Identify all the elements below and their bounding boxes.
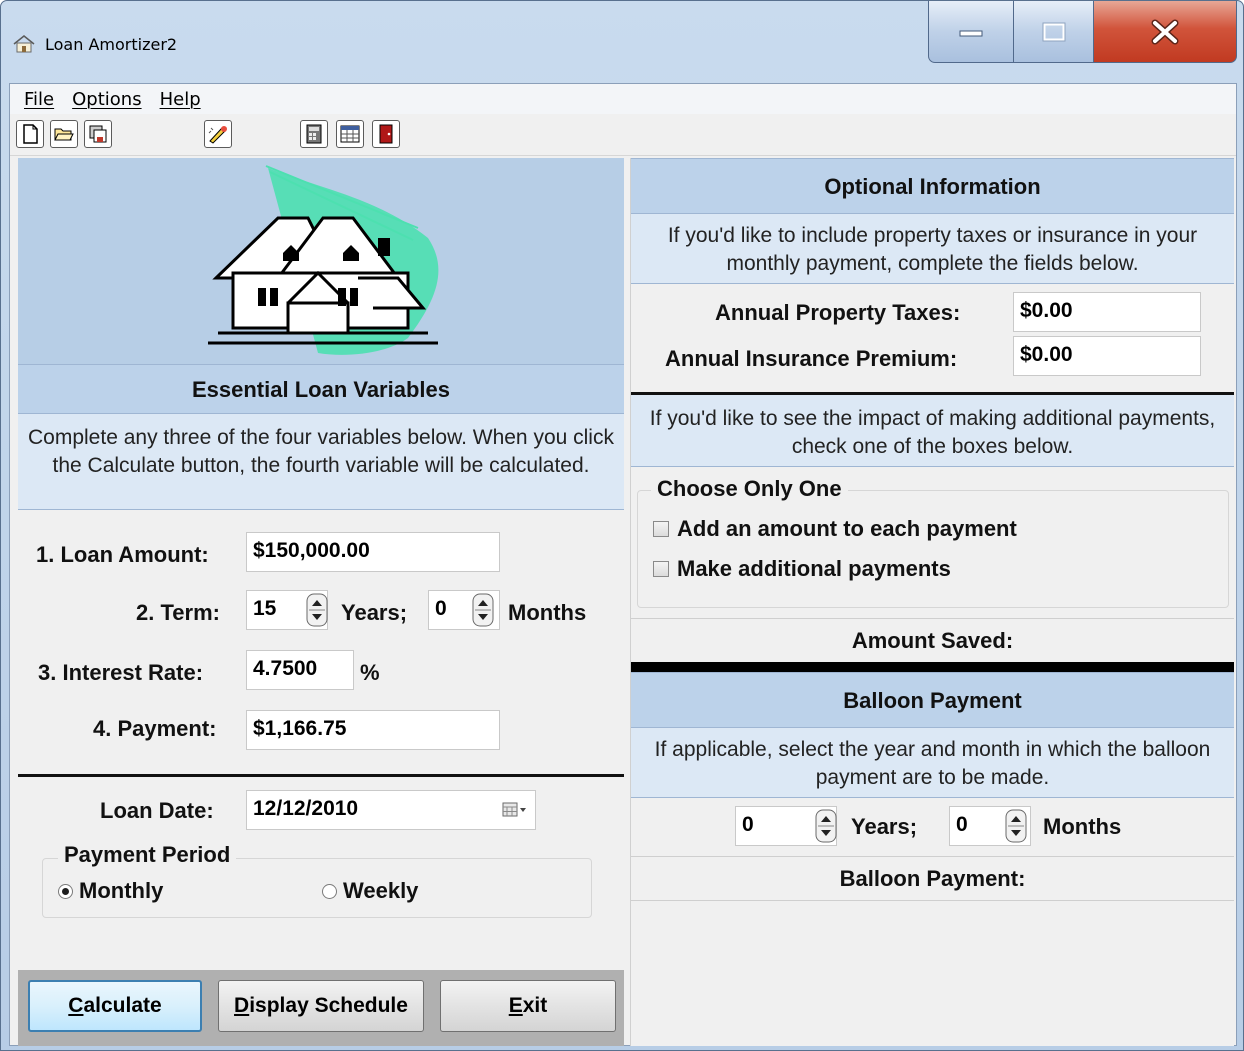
balloon-years-unit: Years; bbox=[851, 814, 918, 839]
make-additional-label: Make additional payments bbox=[677, 556, 951, 581]
term-years-spinner[interactable] bbox=[306, 593, 328, 627]
term-months-unit: Months bbox=[508, 600, 587, 625]
maximize-button[interactable] bbox=[1014, 1, 1094, 63]
edit-icon bbox=[208, 126, 227, 144]
percent-sign: % bbox=[360, 660, 380, 685]
additional-description: If you'd like to see the impact of makin… bbox=[631, 395, 1234, 467]
amount-saved-separator bbox=[631, 618, 1234, 619]
balloon-bottom-separator bbox=[631, 900, 1234, 901]
window-title: Loan Amortizer2 bbox=[45, 35, 178, 54]
balloon-months-spinner[interactable] bbox=[1005, 809, 1027, 843]
toolbar bbox=[10, 114, 1236, 156]
edit-button[interactable] bbox=[204, 120, 232, 148]
insurance-input[interactable]: $0.00 bbox=[1013, 336, 1201, 376]
loan-amount-input[interactable]: $150,000.00 bbox=[246, 532, 500, 572]
balloon-header: Balloon Payment bbox=[631, 672, 1234, 728]
taxes-label: Annual Property Taxes: bbox=[715, 300, 961, 325]
choose-one-group bbox=[637, 490, 1229, 608]
calculate-button[interactable]: Calculate bbox=[28, 980, 202, 1032]
house-app-icon bbox=[13, 35, 35, 53]
maximize-icon bbox=[1042, 22, 1065, 41]
balloon-result-separator bbox=[631, 856, 1234, 857]
house-illustration bbox=[208, 165, 439, 355]
payment-label: 4. Payment: bbox=[93, 716, 217, 741]
menu-file[interactable]: File bbox=[24, 89, 54, 110]
loan-amount-label: 1. Loan Amount: bbox=[36, 542, 209, 567]
term-years-unit: Years; bbox=[341, 600, 408, 625]
essential-header: Essential Loan Variables bbox=[18, 364, 624, 414]
client-area: File Options Help Essential Loan Variabl… bbox=[9, 83, 1237, 1046]
weekly-radio-indicator bbox=[322, 883, 337, 899]
choose-one-title: Choose Only One bbox=[651, 476, 848, 502]
term-label: 2. Term: bbox=[136, 600, 220, 625]
save-button[interactable] bbox=[84, 120, 112, 148]
calendar-dropdown-icon[interactable] bbox=[502, 802, 528, 818]
monthly-radio-indicator bbox=[58, 883, 73, 899]
loan-date-picker[interactable]: 12/12/2010 bbox=[246, 790, 536, 830]
minimize-button[interactable] bbox=[928, 1, 1014, 63]
schedule-icon bbox=[340, 125, 360, 143]
close-icon bbox=[1151, 19, 1179, 44]
new-button[interactable] bbox=[16, 120, 44, 148]
close-button[interactable] bbox=[1094, 1, 1237, 63]
add-amount-checkbox[interactable]: Add an amount to each payment bbox=[653, 516, 1017, 542]
balloon-divider bbox=[631, 662, 1234, 672]
balloon-payment-label: Balloon Payment: bbox=[839, 866, 1026, 891]
section-divider bbox=[18, 774, 624, 777]
app-window: Loan Amortizer2 File Options Help Essent… bbox=[0, 0, 1244, 1051]
essential-description: Complete any three of the four variables… bbox=[18, 414, 624, 510]
term-months-spinner[interactable] bbox=[472, 593, 494, 627]
weekly-label: Weekly bbox=[343, 878, 419, 903]
essential-panel: Essential Loan Variables Complete any th… bbox=[18, 158, 624, 1046]
title-bar[interactable]: Loan Amortizer2 bbox=[1, 1, 1243, 83]
hero-area bbox=[18, 158, 624, 364]
interest-rate-label: 3. Interest Rate: bbox=[38, 660, 204, 685]
add-amount-checkbox-box bbox=[653, 521, 669, 537]
open-button[interactable] bbox=[50, 120, 78, 148]
balloon-months-unit: Months bbox=[1043, 814, 1122, 839]
interest-rate-input[interactable]: 4.7500 bbox=[246, 650, 354, 690]
open-icon bbox=[54, 128, 74, 141]
payment-input[interactable]: $1,166.75 bbox=[246, 710, 500, 750]
display-schedule-button[interactable]: Display Schedule bbox=[218, 980, 424, 1032]
minimize-icon bbox=[959, 30, 983, 36]
schedule-button[interactable] bbox=[336, 120, 364, 148]
exit-button-toolbar[interactable] bbox=[372, 120, 400, 148]
monthly-label: Monthly bbox=[79, 878, 164, 903]
exit-icon bbox=[379, 124, 393, 144]
make-additional-checkbox[interactable]: Make additional payments bbox=[653, 556, 951, 582]
balloon-description: If applicable, select the year and month… bbox=[631, 728, 1234, 798]
new-icon bbox=[23, 124, 38, 144]
exit-button[interactable]: Exit bbox=[440, 980, 616, 1032]
amount-saved-label: Amount Saved: bbox=[851, 628, 1014, 653]
balloon-years-spinner[interactable] bbox=[815, 809, 837, 843]
optional-description: If you'd like to include property taxes … bbox=[631, 214, 1234, 284]
insurance-label: Annual Insurance Premium: bbox=[665, 346, 958, 371]
menu-help[interactable]: Help bbox=[160, 89, 201, 110]
taxes-input[interactable]: $0.00 bbox=[1013, 292, 1201, 332]
add-amount-label: Add an amount to each payment bbox=[677, 516, 1017, 541]
optional-panel: Optional Information If you'd like to in… bbox=[630, 158, 1234, 1046]
calculator-icon bbox=[306, 124, 322, 144]
make-additional-checkbox-box bbox=[653, 561, 669, 577]
save-icon bbox=[89, 125, 107, 143]
calculator-button[interactable] bbox=[300, 120, 328, 148]
button-bar: Calculate Display Schedule Exit bbox=[18, 970, 624, 1046]
weekly-radio[interactable]: Weekly bbox=[322, 878, 418, 904]
monthly-radio[interactable]: Monthly bbox=[58, 878, 163, 904]
menu-bar: File Options Help bbox=[10, 84, 1236, 114]
optional-header: Optional Information bbox=[631, 158, 1234, 214]
payment-period-title: Payment Period bbox=[58, 842, 237, 868]
loan-date-label: Loan Date: bbox=[100, 798, 214, 823]
menu-options[interactable]: Options bbox=[72, 89, 141, 110]
